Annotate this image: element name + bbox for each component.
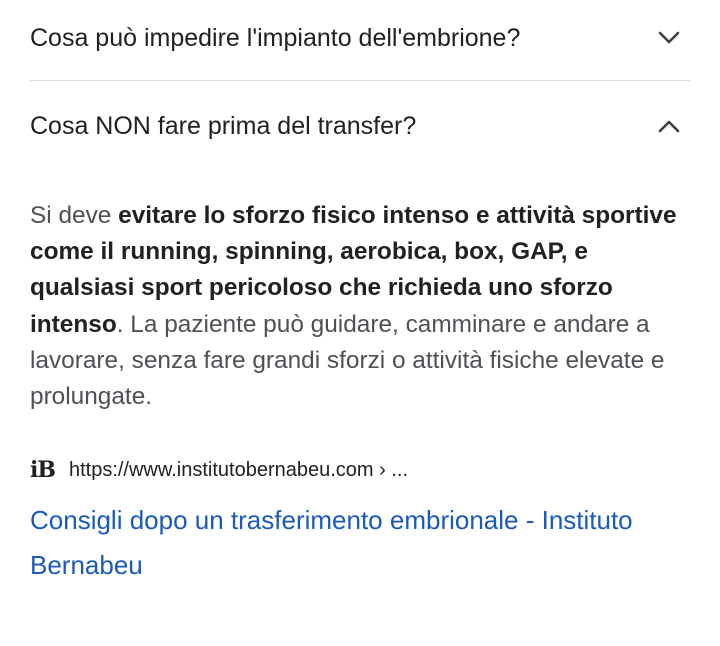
answer-rest: . La paziente può guidare, camminare e a…: [30, 310, 665, 411]
chevron-up-icon: [656, 113, 682, 139]
answer-intro: Si deve: [30, 202, 119, 229]
faq-question-transfer[interactable]: Cosa NON fare prima del transfer?: [30, 106, 690, 146]
source-title-link[interactable]: Consigli dopo un trasferimento embrional…: [30, 498, 680, 588]
chevron-down-icon: [656, 25, 682, 51]
site-favicon: iB: [30, 457, 56, 483]
faq-question-label: Cosa può impedire l'impianto dell'embrio…: [30, 23, 521, 52]
source-url: https://www.institutobernabeu.com › ...: [68, 458, 408, 481]
faq-question-label: Cosa NON fare prima del transfer?: [30, 111, 417, 140]
faq-answer: Si deve evitare lo sforzo fisico intenso…: [30, 198, 690, 415]
divider: [30, 80, 690, 81]
source-url-row[interactable]: iB https://www.institutobernabeu.com › .…: [30, 455, 408, 485]
faq-question-implantation[interactable]: Cosa può impedire l'impianto dell'embrio…: [30, 18, 690, 58]
